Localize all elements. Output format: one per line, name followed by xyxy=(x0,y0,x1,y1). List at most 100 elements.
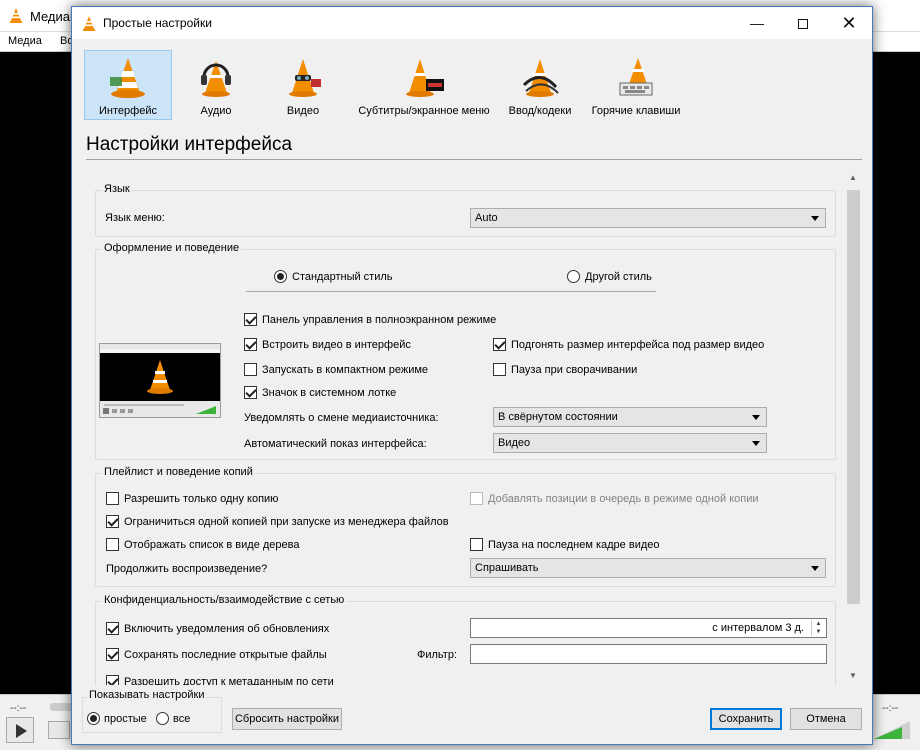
subtitles-cone-icon xyxy=(402,55,446,102)
scroll-thumb[interactable] xyxy=(847,190,860,604)
save-button[interactable]: Сохранить xyxy=(710,708,782,730)
chevron-down-icon xyxy=(811,216,819,221)
radio-standard-style[interactable] xyxy=(274,270,287,283)
vertical-scrollbar[interactable]: ▲ ▼ xyxy=(844,171,862,685)
category-hotkeys[interactable]: Горячие клавиши xyxy=(588,50,684,120)
total-time: --:-- xyxy=(882,703,899,714)
fullscreen-controls-label: Панель управления в полноэкранном режиме xyxy=(262,314,497,326)
metadata-access-label: Разрешить доступ к метаданным по сети xyxy=(124,676,334,685)
update-notify-label: Включить уведомления об обновлениях xyxy=(124,623,330,635)
select-value: Auto xyxy=(475,212,498,224)
chevron-down-icon xyxy=(811,566,819,571)
compact-mode-label: Запускать в компактном режиме xyxy=(262,364,429,376)
category-input-codecs[interactable]: Ввод/кодеки xyxy=(504,50,576,120)
category-label: Видео xyxy=(286,105,320,117)
headphones-cone-icon xyxy=(194,55,238,102)
checkbox-tree-view[interactable] xyxy=(106,538,119,551)
auto-show-label: Автоматический показ интерфейса: xyxy=(244,438,427,450)
radio-simple-settings[interactable] xyxy=(87,712,100,725)
category-video[interactable]: Видео xyxy=(270,50,336,120)
vlc-cone-icon xyxy=(81,15,97,34)
checkbox-metadata-access[interactable] xyxy=(106,675,119,685)
checkbox-embed-video[interactable] xyxy=(244,338,257,351)
continue-label: Продолжить воспроизведение? xyxy=(106,563,268,575)
pause-last-frame-label: Пауза на последнем кадре видео xyxy=(488,539,660,551)
checkbox-compact-mode[interactable] xyxy=(244,363,257,376)
checkbox-one-instance[interactable] xyxy=(106,492,119,505)
category-label: Аудио xyxy=(200,105,232,117)
volume-slider[interactable] xyxy=(872,719,912,741)
play-button[interactable] xyxy=(6,717,34,743)
interface-preview-image xyxy=(99,343,221,418)
checkbox-one-instance-fm[interactable] xyxy=(106,515,119,528)
menu-language-label: Язык меню: xyxy=(105,212,165,224)
category-label: Горячие клавиши xyxy=(591,105,681,117)
style-divider xyxy=(246,291,656,292)
update-interval-spinbox[interactable]: с интервалом 3 д. ▲ ▼ xyxy=(470,618,827,638)
radio-other-style[interactable] xyxy=(567,270,580,283)
preferences-dialog: Простые настройки — ✕ Интерфейс Аудио Ви… xyxy=(71,6,873,745)
prev-button[interactable] xyxy=(48,721,70,739)
dialog-titlebar: Простые настройки — ✕ xyxy=(72,7,872,39)
scroll-up-icon[interactable]: ▲ xyxy=(844,173,862,187)
one-instance-fm-label: Ограничиться одной копией при запуске из… xyxy=(124,516,449,528)
main-window-title: Медиап xyxy=(30,9,78,24)
enqueue-one-instance-label: Добавлять позиции в очередь в режиме одн… xyxy=(488,493,759,505)
group-title: Конфиденциальность/взаимодействие с сеть… xyxy=(102,594,347,606)
group-title: Оформление и поведение xyxy=(102,242,242,254)
standard-style-label: Стандартный стиль xyxy=(292,271,393,283)
chevron-down-icon xyxy=(752,415,760,420)
minimize-button[interactable]: — xyxy=(734,7,780,39)
checkbox-update-notify[interactable] xyxy=(106,622,119,635)
cancel-button[interactable]: Отмена xyxy=(790,708,862,730)
settings-scroll-area[interactable]: Язык Язык меню: Auto Оформление и поведе… xyxy=(88,171,863,685)
codecs-cone-icon xyxy=(518,55,562,102)
category-label: Ввод/кодеки xyxy=(508,105,572,117)
section-title: Настройки интерфейса xyxy=(86,134,293,155)
notify-label: Уведомлять о смене медиаисточника: xyxy=(244,412,439,424)
embed-video-label: Встроить видео в интерфейс xyxy=(262,339,411,351)
close-button[interactable]: ✕ xyxy=(826,7,872,39)
spin-arrows-icon[interactable]: ▲ ▼ xyxy=(811,620,825,636)
systray-icon-label: Значок в системном лотке xyxy=(262,387,397,399)
all-settings-label: все xyxy=(173,713,191,725)
pause-minimized-label: Пауза при сворачивании xyxy=(511,364,638,376)
group-playlist: Плейлист и поведение копий Разрешить тол… xyxy=(95,466,836,587)
radio-all-settings[interactable] xyxy=(156,712,169,725)
scroll-down-icon[interactable]: ▼ xyxy=(844,671,862,685)
notify-select[interactable]: В свёрнутом состоянии xyxy=(493,407,767,427)
elapsed-time: --:-- xyxy=(10,703,27,714)
interface-cone-icon xyxy=(106,55,150,102)
menu-media[interactable]: Медиа xyxy=(8,35,42,47)
category-audio[interactable]: Аудио xyxy=(184,50,248,120)
menu-language-select[interactable]: Auto xyxy=(470,208,826,228)
group-language: Язык Язык меню: Auto xyxy=(95,183,836,237)
save-recent-label: Сохранять последние открытые файлы xyxy=(124,649,327,661)
vlc-cone-icon xyxy=(8,7,24,26)
simple-settings-label: простые xyxy=(104,713,147,725)
category-label: Интерфейс xyxy=(99,105,157,117)
maximize-button[interactable] xyxy=(780,7,826,39)
checkbox-pause-minimized[interactable] xyxy=(493,363,506,376)
section-divider xyxy=(86,159,862,160)
category-interface[interactable]: Интерфейс xyxy=(84,50,172,120)
checkbox-resize-to-video[interactable] xyxy=(493,338,506,351)
tree-view-label: Отображать список в виде дерева xyxy=(124,539,300,551)
checkbox-enqueue-one-instance[interactable] xyxy=(470,492,483,505)
group-show-settings: Показывать настройки простые все xyxy=(82,689,222,733)
category-subtitles[interactable]: Субтитры/экранное меню xyxy=(354,50,494,120)
continue-select[interactable]: Спрашивать xyxy=(470,558,826,578)
category-label: Субтитры/экранное меню xyxy=(358,105,490,117)
checkbox-pause-last-frame[interactable] xyxy=(470,538,483,551)
filter-input[interactable] xyxy=(470,644,827,664)
group-title: Плейлист и поведение копий xyxy=(102,466,255,478)
video-cone-icon xyxy=(281,55,325,102)
checkbox-fullscreen-controls[interactable] xyxy=(244,313,257,326)
group-privacy: Конфиденциальность/взаимодействие с сеть… xyxy=(95,594,836,685)
other-style-label: Другой стиль xyxy=(585,271,652,283)
reset-settings-button[interactable]: Сбросить настройки xyxy=(232,708,342,730)
auto-show-select[interactable]: Видео xyxy=(493,433,767,453)
filter-label: Фильтр: xyxy=(417,649,458,661)
checkbox-systray-icon[interactable] xyxy=(244,386,257,399)
checkbox-save-recent[interactable] xyxy=(106,648,119,661)
